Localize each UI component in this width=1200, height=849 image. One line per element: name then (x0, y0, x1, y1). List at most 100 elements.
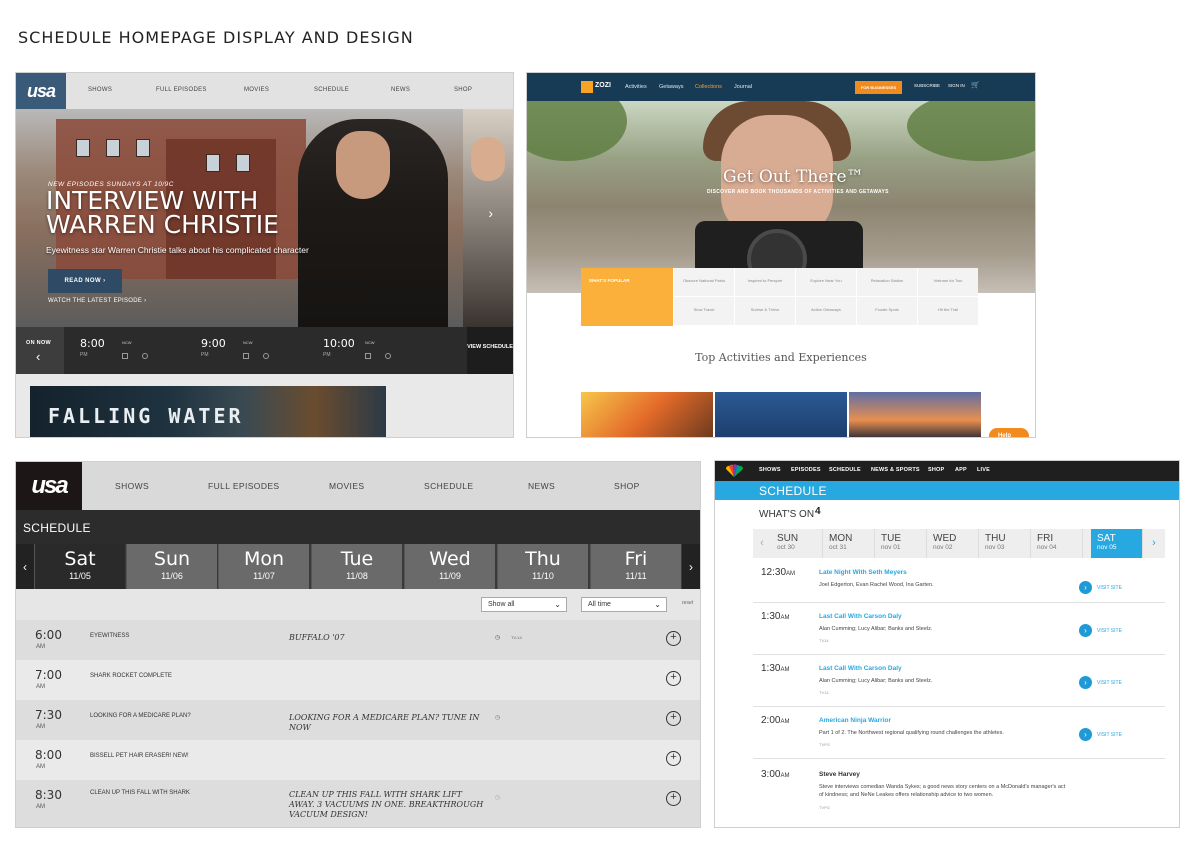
nav-full-episodes[interactable]: FULL EPISODES (156, 87, 207, 93)
tab-active-getaways[interactable]: Active Getaways (795, 297, 856, 326)
day-tab-sun[interactable]: SUN oct 30 (771, 529, 823, 558)
day-tab-fri[interactable]: FRI nov 04 (1031, 529, 1083, 558)
hero-image[interactable]: › NEW EPISODES SUNDAYS AT 10/9C INTERVIE… (16, 109, 513, 327)
reset-link[interactable]: reset (682, 600, 693, 606)
time-slot[interactable]: 10:00 PM NCW (323, 337, 391, 359)
day-tab-tue[interactable]: Tue 11/08 (311, 544, 402, 589)
tab-slow-travel[interactable]: Slow Travel (673, 297, 734, 326)
clock-icon[interactable] (385, 353, 391, 359)
time-slot[interactable]: 8:00 PM NCW (80, 337, 148, 359)
nav-shows[interactable]: SHOWS (115, 481, 149, 491)
day-tab-sat[interactable]: Sat 11/05 (34, 544, 125, 589)
on-now-block[interactable]: ON NOW ‹ (16, 327, 64, 374)
nav-news[interactable]: NEWS (528, 481, 555, 491)
schedule-row[interactable]: 3:00AM Steve Harvey Steve interviews com… (753, 769, 1165, 827)
sign-in-link[interactable]: SIGN IN (948, 83, 965, 88)
tab-inspired-perspire[interactable]: Inspired to Perspire (734, 268, 795, 297)
next-arrow-icon[interactable]: › (488, 205, 493, 221)
help-button[interactable]: Help (989, 428, 1029, 437)
zozi-brand[interactable]: ZOZI (595, 82, 611, 89)
visit-site-button[interactable]: › VISIT SITE (1079, 676, 1145, 690)
day-tab-wed[interactable]: WED nov 02 (927, 529, 979, 558)
tab-foodie-spots[interactable]: Foodie Spots (856, 297, 917, 326)
day-tab-sun[interactable]: Sun 11/06 (126, 544, 217, 589)
nav-collections[interactable]: Collections (695, 84, 722, 90)
add-plus-icon[interactable]: + (666, 631, 681, 646)
schedule-row[interactable]: 1:30AM Last Call With Carson Daly Alan C… (753, 611, 1165, 655)
row-title[interactable]: Late Night With Seth Meyers (819, 569, 907, 576)
clock-icon[interactable] (142, 353, 148, 359)
nav-news[interactable]: NEWS (391, 87, 410, 93)
schedule-row[interactable]: 7:00 AM SHARK ROCKET COMPLETE + (16, 660, 700, 700)
chevron-left-icon[interactable]: ‹ (753, 529, 771, 558)
falling-water-banner[interactable]: FALLING WATER (30, 386, 386, 437)
time-filter-select[interactable]: All time ⌄ (581, 597, 667, 612)
view-schedule-button[interactable]: VIEW SCHEDULE (467, 327, 513, 374)
watch-latest-link[interactable]: WATCH THE LATEST EPISODE › (48, 298, 146, 304)
for-businesses-button[interactable]: FOR BUSINESSES (855, 81, 902, 94)
usa-logo[interactable]: usa (16, 462, 82, 510)
activity-thumbnail[interactable] (849, 392, 981, 437)
visit-site-button[interactable]: › VISIT SITE (1079, 624, 1145, 638)
nav-shop[interactable]: SHOP (614, 481, 640, 491)
row-title[interactable]: Last Call With Carson Daly (819, 665, 902, 672)
day-tab-mon[interactable]: Mon 11/07 (218, 544, 309, 589)
nav-schedule[interactable]: SCHEDULE (829, 467, 861, 473)
row-title[interactable]: Steve Harvey (819, 771, 860, 778)
day-tab-mon[interactable]: MON oct 31 (823, 529, 875, 558)
add-plus-icon[interactable]: + (666, 751, 681, 766)
subscribe-link[interactable]: SUBSCRIBE (914, 83, 940, 88)
add-plus-icon[interactable]: + (666, 791, 681, 806)
nav-getaways[interactable]: Getaways (659, 84, 683, 90)
row-title[interactable]: Last Call With Carson Daly (819, 613, 902, 620)
chevron-left-icon[interactable]: ‹ (36, 349, 40, 364)
visit-site-button[interactable]: › VISIT SITE (1079, 581, 1145, 595)
nav-live[interactable]: LIVE (977, 467, 990, 473)
nav-journal[interactable]: Journal (734, 84, 752, 90)
nbc-peacock-icon[interactable] (723, 464, 745, 478)
schedule-row[interactable]: 8:30 AM CLEAN UP THIS FALL WITH SHARK CL… (16, 780, 700, 827)
zozi-logo-icon[interactable] (581, 81, 593, 93)
day-tab-wed[interactable]: Wed 11/09 (404, 544, 495, 589)
visit-site-button[interactable]: › VISIT SITE (1079, 728, 1145, 742)
schedule-row[interactable]: 2:00AM American Ninja Warrior Part 1 of … (753, 715, 1165, 759)
show-filter-select[interactable]: Show all ⌄ (481, 597, 567, 612)
clock-icon[interactable]: ◷ (495, 794, 500, 801)
row-title[interactable]: American Ninja Warrior (819, 717, 891, 724)
nav-movies[interactable]: MOVIES (329, 481, 364, 491)
nav-shows[interactable]: SHOWS (759, 467, 781, 473)
nav-episodes[interactable]: EPISODES (791, 467, 821, 473)
tab-relaxation[interactable]: Relaxation Station (856, 268, 917, 297)
activity-thumbnail[interactable] (715, 392, 847, 437)
nav-news-sports[interactable]: NEWS & SPORTS (871, 467, 920, 473)
nav-full-episodes[interactable]: FULL EPISODES (208, 481, 280, 491)
chevron-right-icon[interactable]: › (682, 544, 700, 589)
clock-icon[interactable]: ◷ (495, 714, 500, 721)
nav-movies[interactable]: MOVIES (244, 87, 269, 93)
schedule-row[interactable]: 6:00 AM EYEWITNESS BUFFALO '07 ◷ TV-14 + (16, 620, 700, 660)
chevron-right-icon[interactable]: › (1145, 529, 1163, 558)
tab-surrise-thrive[interactable]: Surrise & Thrive (734, 297, 795, 326)
nav-schedule[interactable]: SCHEDULE (424, 481, 474, 491)
tab-obscure-parks[interactable]: Obscure National Parks (673, 268, 734, 297)
schedule-row[interactable]: 7:30 AM LOOKING FOR A MEDICARE PLAN? LOO… (16, 700, 700, 740)
nav-app[interactable]: APP (955, 467, 967, 473)
tab-hit-trail[interactable]: Hit the Trail (917, 297, 978, 326)
tab-explore-near[interactable]: Explore Near You (795, 268, 856, 297)
nav-shop[interactable]: SHOP (928, 467, 944, 473)
day-tab-tue[interactable]: TUE nov 01 (875, 529, 927, 558)
day-tab-thu[interactable]: Thu 11/10 (497, 544, 588, 589)
nav-schedule[interactable]: SCHEDULE (314, 87, 349, 93)
read-now-button[interactable]: READ NOW › (48, 269, 122, 293)
clock-icon[interactable] (263, 353, 269, 359)
nav-shop[interactable]: SHOP (454, 87, 472, 93)
add-plus-icon[interactable]: + (666, 671, 681, 686)
chevron-left-icon[interactable]: ‹ (16, 544, 34, 589)
clock-icon[interactable]: ◷ (495, 634, 500, 641)
activity-thumbnail[interactable] (581, 392, 713, 437)
day-tab-thu[interactable]: THU nov 03 (979, 529, 1031, 558)
add-plus-icon[interactable]: + (666, 711, 681, 726)
cart-icon[interactable]: 🛒 (971, 81, 980, 89)
nav-activities[interactable]: Activities (625, 84, 647, 90)
time-slot[interactable]: 9:00 PM NCW (201, 337, 269, 359)
